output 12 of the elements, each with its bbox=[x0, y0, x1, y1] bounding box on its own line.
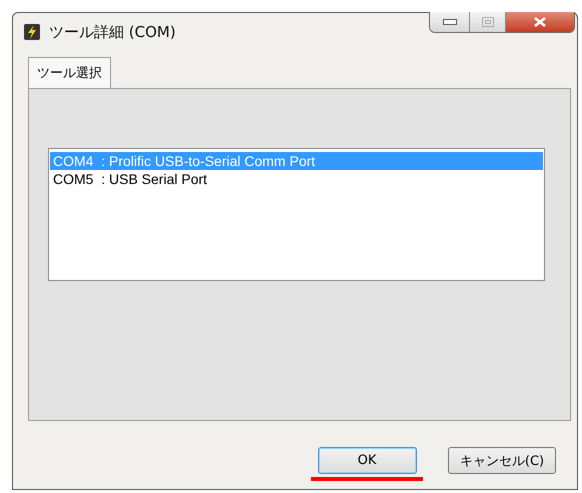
dialog-button[interactable]: OK bbox=[318, 447, 416, 474]
maximize-icon bbox=[482, 17, 494, 27]
close-icon bbox=[534, 17, 546, 27]
list-item[interactable]: COM5 : USB Serial Port bbox=[50, 170, 543, 188]
maximize-button[interactable] bbox=[470, 12, 506, 32]
tab[interactable]: ツール選択 bbox=[28, 57, 111, 88]
lightning-icon bbox=[23, 23, 41, 41]
minimize-button[interactable] bbox=[430, 12, 470, 32]
dialog-button[interactable]: キャンセル(C) bbox=[448, 447, 556, 474]
minimize-icon bbox=[442, 19, 456, 25]
window-title: ツール詳細 (COM) bbox=[49, 22, 176, 42]
close-button[interactable] bbox=[506, 12, 574, 32]
